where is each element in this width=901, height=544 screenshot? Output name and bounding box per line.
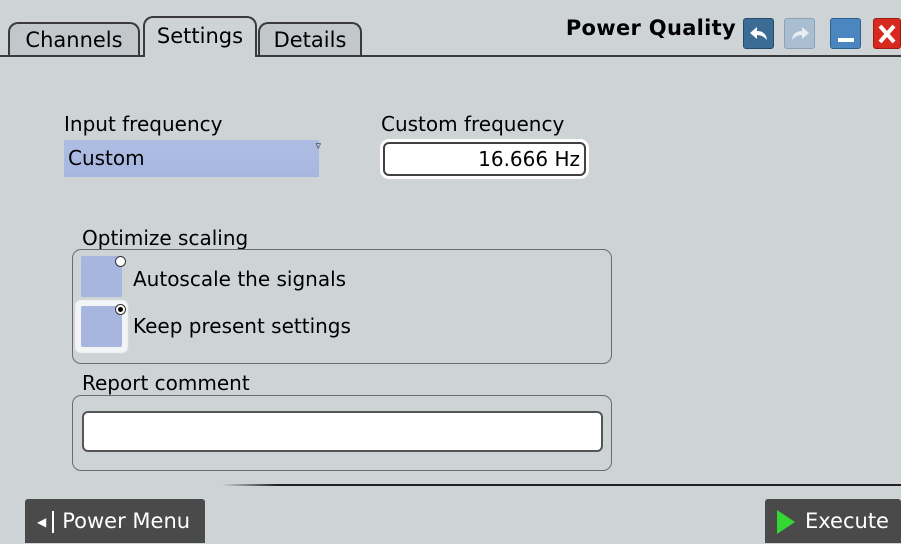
- execute-button[interactable]: Execute: [765, 499, 901, 543]
- custom-frequency-field[interactable]: 16.666 Hz: [383, 142, 586, 176]
- separator-icon: [52, 511, 55, 533]
- report-comment-label: Report comment: [82, 371, 250, 395]
- redo-arrow-icon: [791, 26, 809, 40]
- report-comment-input[interactable]: [82, 411, 603, 452]
- input-frequency-select[interactable]: Custom ▿: [64, 139, 321, 177]
- dialog-title: Power Quality: [565, 16, 736, 40]
- radio-unselected-icon: [115, 256, 126, 267]
- execute-label: Execute: [805, 509, 889, 533]
- close-button[interactable]: [873, 18, 901, 49]
- radio-selected-icon: [115, 304, 126, 315]
- tab-details[interactable]: Details: [258, 22, 362, 55]
- keep-settings-label[interactable]: Keep present settings: [133, 314, 351, 338]
- input-frequency-label: Input frequency: [64, 112, 223, 136]
- input-frequency-value: Custom: [68, 146, 145, 170]
- minimize-icon: [837, 37, 854, 42]
- close-x-icon: [878, 24, 896, 43]
- back-triangle-icon: ◀: [37, 515, 47, 529]
- redo-button[interactable]: [784, 18, 815, 49]
- play-icon: [777, 510, 795, 534]
- undo-button[interactable]: [743, 18, 774, 49]
- footer-divider: [222, 484, 901, 486]
- autoscale-label[interactable]: Autoscale the signals: [133, 267, 346, 291]
- power-menu-label: Power Menu: [62, 509, 191, 533]
- optimize-scaling-label: Optimize scaling: [82, 226, 249, 250]
- undo-arrow-icon: [749, 26, 767, 40]
- custom-frequency-label: Custom frequency: [381, 112, 565, 136]
- dropdown-caret-icon: ▿: [315, 139, 321, 152]
- tab-channels[interactable]: Channels: [8, 22, 140, 55]
- power-menu-button[interactable]: ◀ Power Menu: [25, 499, 205, 543]
- top-bar: Channels Settings Details Power Quality: [0, 0, 901, 62]
- minimize-button[interactable]: [830, 18, 861, 49]
- tab-settings[interactable]: Settings: [143, 16, 257, 59]
- tab-baseline: [0, 55, 901, 57]
